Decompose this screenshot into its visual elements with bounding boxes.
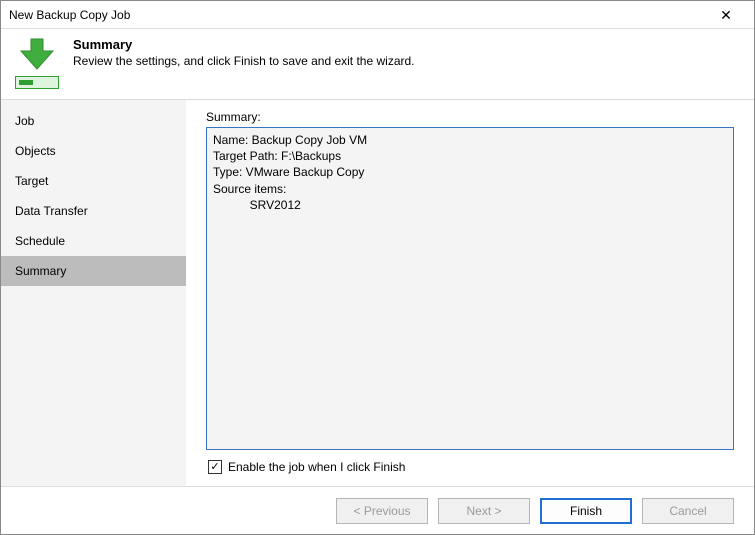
nav-item-schedule[interactable]: Schedule [1,226,186,256]
summary-textbox[interactable]: Name: Backup Copy Job VM Target Path: F:… [206,127,734,450]
checkbox-icon: ✓ [208,460,222,474]
page-subtitle: Review the settings, and click Finish to… [73,54,415,68]
checkbox-label: Enable the job when I click Finish [228,460,405,474]
close-icon[interactable]: ✕ [706,1,746,28]
wizard-nav: JobObjectsTargetData TransferScheduleSum… [1,100,186,486]
page-title: Summary [73,37,415,52]
nav-item-summary[interactable]: Summary [1,256,186,286]
nav-item-objects[interactable]: Objects [1,136,186,166]
wizard-footer: < Previous Next > Finish Cancel [1,486,754,534]
nav-item-job[interactable]: Job [1,106,186,136]
next-button[interactable]: Next > [438,498,530,524]
tape-icon [15,76,59,89]
nav-item-target[interactable]: Target [1,166,186,196]
nav-item-data-transfer[interactable]: Data Transfer [1,196,186,226]
window-title: New Backup Copy Job [9,8,706,22]
wizard-header-text: Summary Review the settings, and click F… [73,37,415,68]
main-area: JobObjectsTargetData TransferScheduleSum… [1,99,754,486]
titlebar: New Backup Copy Job ✕ [1,1,754,29]
wizard-icon [15,37,59,89]
finish-button[interactable]: Finish [540,498,632,524]
enable-job-checkbox[interactable]: ✓ Enable the job when I click Finish [206,450,734,478]
content-pane: Summary: Name: Backup Copy Job VM Target… [186,100,754,486]
wizard-header: Summary Review the settings, and click F… [1,29,754,99]
summary-label: Summary: [206,110,734,124]
download-arrow-icon [17,37,57,71]
cancel-button[interactable]: Cancel [642,498,734,524]
previous-button[interactable]: < Previous [336,498,428,524]
